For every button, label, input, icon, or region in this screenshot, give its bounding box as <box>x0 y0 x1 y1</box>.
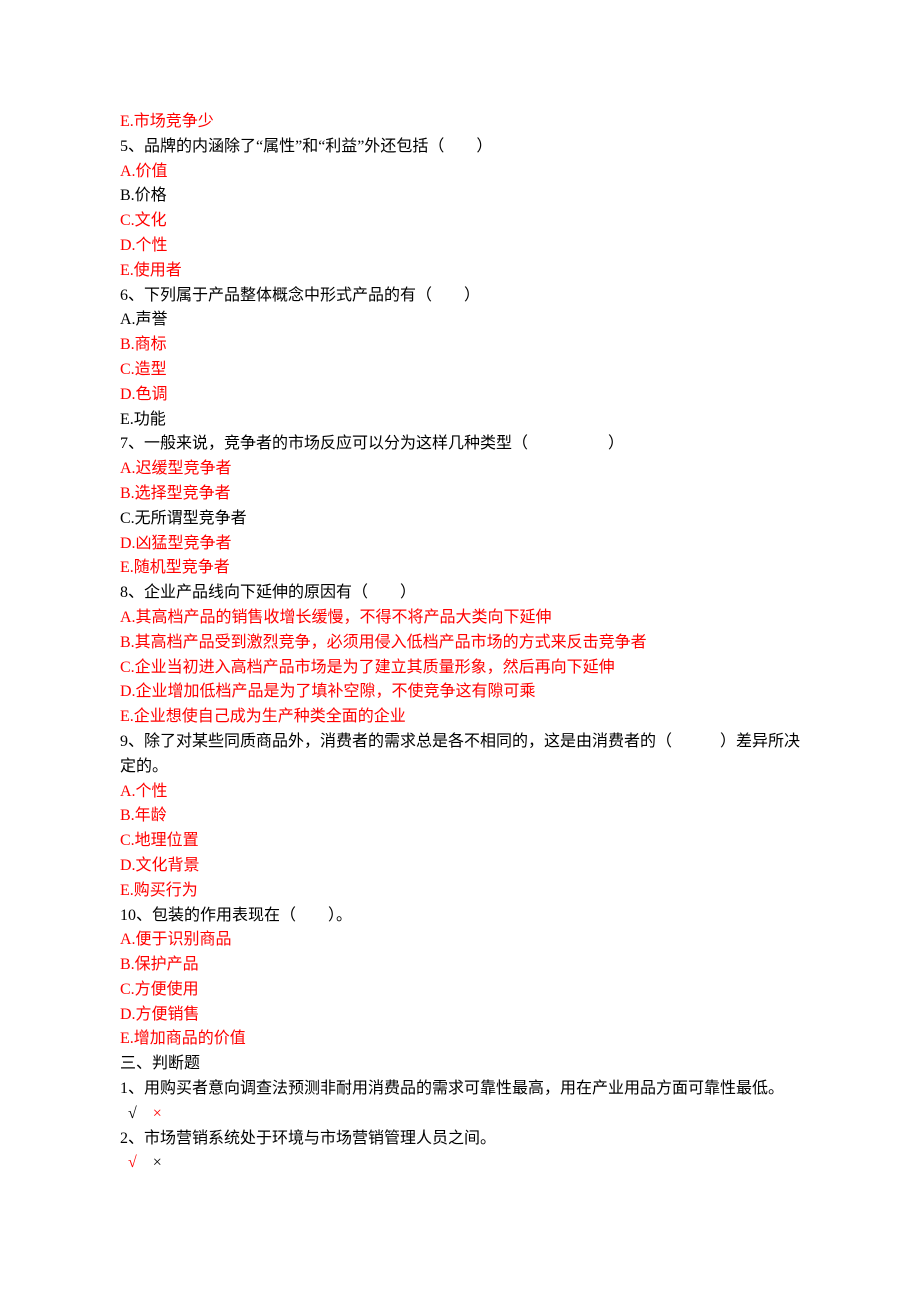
text-line: A.其高档产品的销售收增长缓慢，不得不将产品大类向下延伸 <box>120 606 800 631</box>
cross-mark: × <box>153 1105 162 1122</box>
text-line: C.方便使用 <box>120 978 800 1003</box>
text-line: 2、市场营销系统处于环境与市场营销管理人员之间。 <box>120 1127 800 1152</box>
text-line: C.造型 <box>120 358 800 383</box>
text-line: E.使用者 <box>120 259 800 284</box>
text-line: E.随机型竞争者 <box>120 556 800 581</box>
text-line: 5、品牌的内涵除了“属性”和“利益”外还包括（ ） <box>120 135 800 160</box>
text-line: E.购买行为 <box>120 879 800 904</box>
text-line: B.年龄 <box>120 804 800 829</box>
check-mark: √ <box>128 1105 137 1122</box>
text-line: B.选择型竞争者 <box>120 482 800 507</box>
document-page: E.市场竞争少5、品牌的内涵除了“属性”和“利益”外还包括（ ）A.价值B.价格… <box>0 0 920 1302</box>
text-line: C.地理位置 <box>120 829 800 854</box>
text-line: D.凶猛型竞争者 <box>120 532 800 557</box>
text-line: A.迟缓型竞争者 <box>120 457 800 482</box>
text-line: D.企业增加低档产品是为了填补空隙，不使竞争这有隙可乘 <box>120 680 800 705</box>
content-body: E.市场竞争少5、品牌的内涵除了“属性”和“利益”外还包括（ ）A.价值B.价格… <box>120 110 800 1176</box>
text-line: A.声誉 <box>120 308 800 333</box>
text-line: A.个性 <box>120 780 800 805</box>
judge-line-2: √ × <box>120 1151 800 1176</box>
check-mark: √ <box>128 1154 137 1171</box>
text-line: B.商标 <box>120 333 800 358</box>
text-line: 6、下列属于产品整体概念中形式产品的有（ ） <box>120 284 800 309</box>
text-line: E.增加商品的价值 <box>120 1027 800 1052</box>
text-line: 10、包装的作用表现在（ ）。 <box>120 904 800 929</box>
text-line: E.企业想使自己成为生产种类全面的企业 <box>120 705 800 730</box>
text-line: B.价格 <box>120 184 800 209</box>
text-line: C.无所谓型竞争者 <box>120 507 800 532</box>
text-line: 9、除了对某些同质商品外，消费者的需求总是各不相同的，这是由消费者的（ ）差异所… <box>120 730 800 780</box>
text-line: 1、用购买者意向调查法预测非耐用消费品的需求可靠性最高，用在产业用品方面可靠性最… <box>120 1077 800 1102</box>
text-line: E.功能 <box>120 408 800 433</box>
judge-line-1: √ × <box>120 1102 800 1127</box>
text-line: D.个性 <box>120 234 800 259</box>
cross-mark: × <box>153 1154 162 1171</box>
text-line: C.文化 <box>120 209 800 234</box>
text-line: 7、一般来说，竞争者的市场反应可以分为这样几种类型（ ） <box>120 432 800 457</box>
text-line: C.企业当初进入高档产品市场是为了建立其质量形象，然后再向下延伸 <box>120 656 800 681</box>
text-line: B.其高档产品受到激烈竞争，必须用侵入低档产品市场的方式来反击竞争者 <box>120 631 800 656</box>
text-line: D.方便销售 <box>120 1003 800 1028</box>
text-line: D.色调 <box>120 383 800 408</box>
text-line: E.市场竞争少 <box>120 110 800 135</box>
text-line: D.文化背景 <box>120 854 800 879</box>
text-line: 8、企业产品线向下延伸的原因有（ ） <box>120 581 800 606</box>
text-line: B.保护产品 <box>120 953 800 978</box>
text-line: A.价值 <box>120 160 800 185</box>
text-line: 三、判断题 <box>120 1052 800 1077</box>
text-line: A.便于识别商品 <box>120 928 800 953</box>
